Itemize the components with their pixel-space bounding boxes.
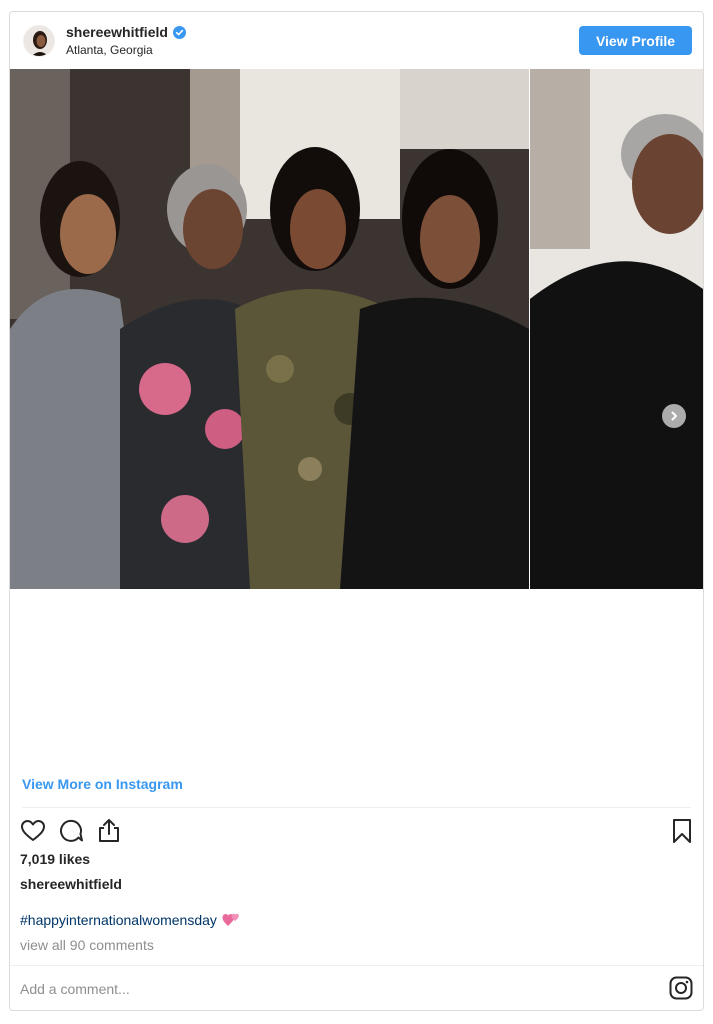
action-bar [20,818,695,848]
heart-outline-icon[interactable] [20,818,46,844]
next-photo-preview [530,69,703,589]
post-photo [10,69,529,589]
location[interactable]: Atlanta, Georgia [66,43,153,57]
hashtag-text[interactable]: #happyinternationalwomensday [20,912,217,928]
caption-username[interactable]: shereewhitfield [20,876,122,892]
post-photo-carousel[interactable] [10,69,703,589]
post-header: shereewhitfield Atlanta, Georgia View Pr… [10,12,703,69]
two-hearts-icon [222,912,240,928]
divider [10,965,703,966]
share-icon[interactable] [96,818,122,844]
divider [22,807,691,808]
avatar[interactable] [23,25,55,57]
instagram-embed-card: shereewhitfield Atlanta, Georgia View Pr… [9,11,704,1011]
caption-hashtag[interactable]: #happyinternationalwomensday [20,912,240,928]
add-comment-input[interactable]: Add a comment... [20,981,130,997]
username[interactable]: shereewhitfield [66,24,168,40]
view-all-comments-link[interactable]: view all 90 comments [20,937,154,953]
chevron-right-icon[interactable] [662,404,686,428]
view-more-link[interactable]: View More on Instagram [22,776,183,792]
bookmark-icon[interactable] [669,818,695,844]
verified-badge-icon [172,25,186,39]
likes-count[interactable]: 7,019 likes [20,851,90,867]
instagram-logo-icon[interactable] [669,976,693,1000]
comment-bubble-icon[interactable] [58,818,84,844]
username-row: shereewhitfield [66,24,186,40]
view-profile-button[interactable]: View Profile [579,26,692,55]
